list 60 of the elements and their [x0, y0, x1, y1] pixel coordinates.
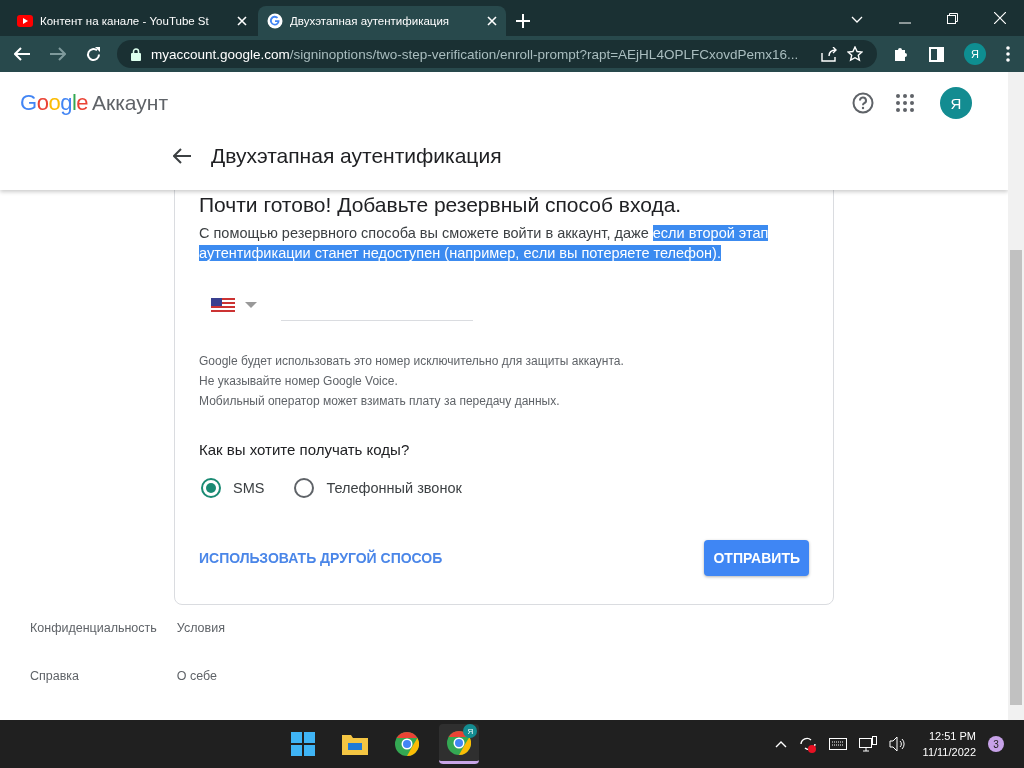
profile-avatar[interactable]: Я	[964, 43, 986, 65]
account-avatar[interactable]: Я	[940, 87, 972, 119]
footer-link[interactable]: О себе	[176, 669, 225, 683]
folder-icon	[342, 733, 369, 755]
more-menu-icon[interactable]	[1006, 46, 1010, 62]
reload-icon[interactable]	[86, 46, 101, 62]
apps-grid-icon[interactable]	[896, 94, 914, 112]
footer-link[interactable]: Условия	[176, 621, 225, 635]
note-text: Мобильный оператор может взимать плату за передачу данных.	[199, 393, 561, 410]
footer-link[interactable]: Справка	[30, 669, 157, 683]
chevron-up-icon[interactable]	[774, 740, 787, 748]
help-icon[interactable]	[852, 92, 874, 114]
close-icon[interactable]	[487, 16, 497, 26]
page-title: Двухэтапная аутентификация	[211, 144, 502, 168]
keyboard-icon[interactable]	[828, 738, 847, 750]
restore-icon[interactable]	[947, 13, 958, 24]
close-icon[interactable]	[237, 16, 247, 26]
browser-tab[interactable]: Контент на канале - YouTube St	[8, 6, 256, 36]
note-text: Google будет использовать это номер исключительно для защиты аккаунта.	[199, 353, 625, 370]
scrollbar[interactable]	[1008, 72, 1024, 720]
share-icon[interactable]	[821, 46, 837, 62]
lock-icon	[131, 47, 141, 61]
forward-arrow-icon[interactable]	[50, 47, 66, 61]
new-tab-icon[interactable]	[516, 14, 530, 28]
us-flag-icon[interactable]	[211, 298, 235, 312]
video-play-icon	[17, 15, 33, 27]
option-label[interactable]: SMS	[233, 480, 265, 496]
footer-link[interactable]: Конфиденциальность	[30, 621, 157, 635]
send-button[interactable]: ОТПРАВИТЬ	[704, 540, 809, 576]
alternate-method-button[interactable]: ИСПОЛЬЗОВАТЬ ДРУГОЙ СПОСОБ	[199, 542, 443, 574]
profile-badge: Я	[463, 724, 478, 738]
description-text: С помощью резервного способа вы сможете войти в аккаунт, даже если второй этап аутентификации станет недоступен (например, если вы потеряете телефон).	[199, 224, 770, 263]
clock-date[interactable]: 11/11/2022	[922, 744, 976, 760]
side-panel-icon[interactable]	[929, 46, 944, 62]
star-icon[interactable]	[847, 46, 863, 62]
question-text: Как вы хотите получать коды?	[199, 441, 411, 458]
product-name: Аккаунт	[92, 91, 169, 115]
back-arrow-icon[interactable]	[173, 148, 191, 164]
clock-time[interactable]: 12:51 PM	[928, 728, 976, 744]
puzzle-icon[interactable]	[893, 46, 909, 62]
google-logo[interactable]: Google	[20, 90, 88, 116]
chrome-icon	[395, 732, 420, 756]
windows-icon	[291, 732, 316, 756]
note-text: Не указывайте номер Google Voice.	[199, 373, 399, 390]
speaker-icon[interactable]	[888, 736, 907, 752]
google-g-icon	[267, 13, 283, 29]
option-label[interactable]: Телефонный звонок	[326, 480, 462, 496]
network-icon[interactable]	[858, 736, 877, 752]
taskbar-app[interactable]: Я	[439, 724, 480, 764]
notification-badge[interactable]: 3	[988, 736, 1004, 752]
radio-button[interactable]	[294, 478, 315, 498]
chevron-down-icon[interactable]	[851, 16, 863, 24]
browser-tab[interactable]: Двухэтапная аутентификация	[258, 6, 506, 36]
card-heading: Почти готово! Добавьте резервный способ входа.	[199, 192, 683, 218]
sync-icon[interactable]	[798, 735, 817, 753]
close-icon[interactable]	[994, 12, 1006, 24]
chrome-icon	[447, 730, 472, 755]
radio-button[interactable]	[201, 478, 221, 498]
address-bar[interactable]: myaccount.google.com/signinoptions/two-step-verification/enroll-prompt?rapt=AEjHL4OPLFCxovdPemx16...	[117, 40, 877, 68]
dropdown-caret-icon[interactable]	[245, 302, 257, 308]
